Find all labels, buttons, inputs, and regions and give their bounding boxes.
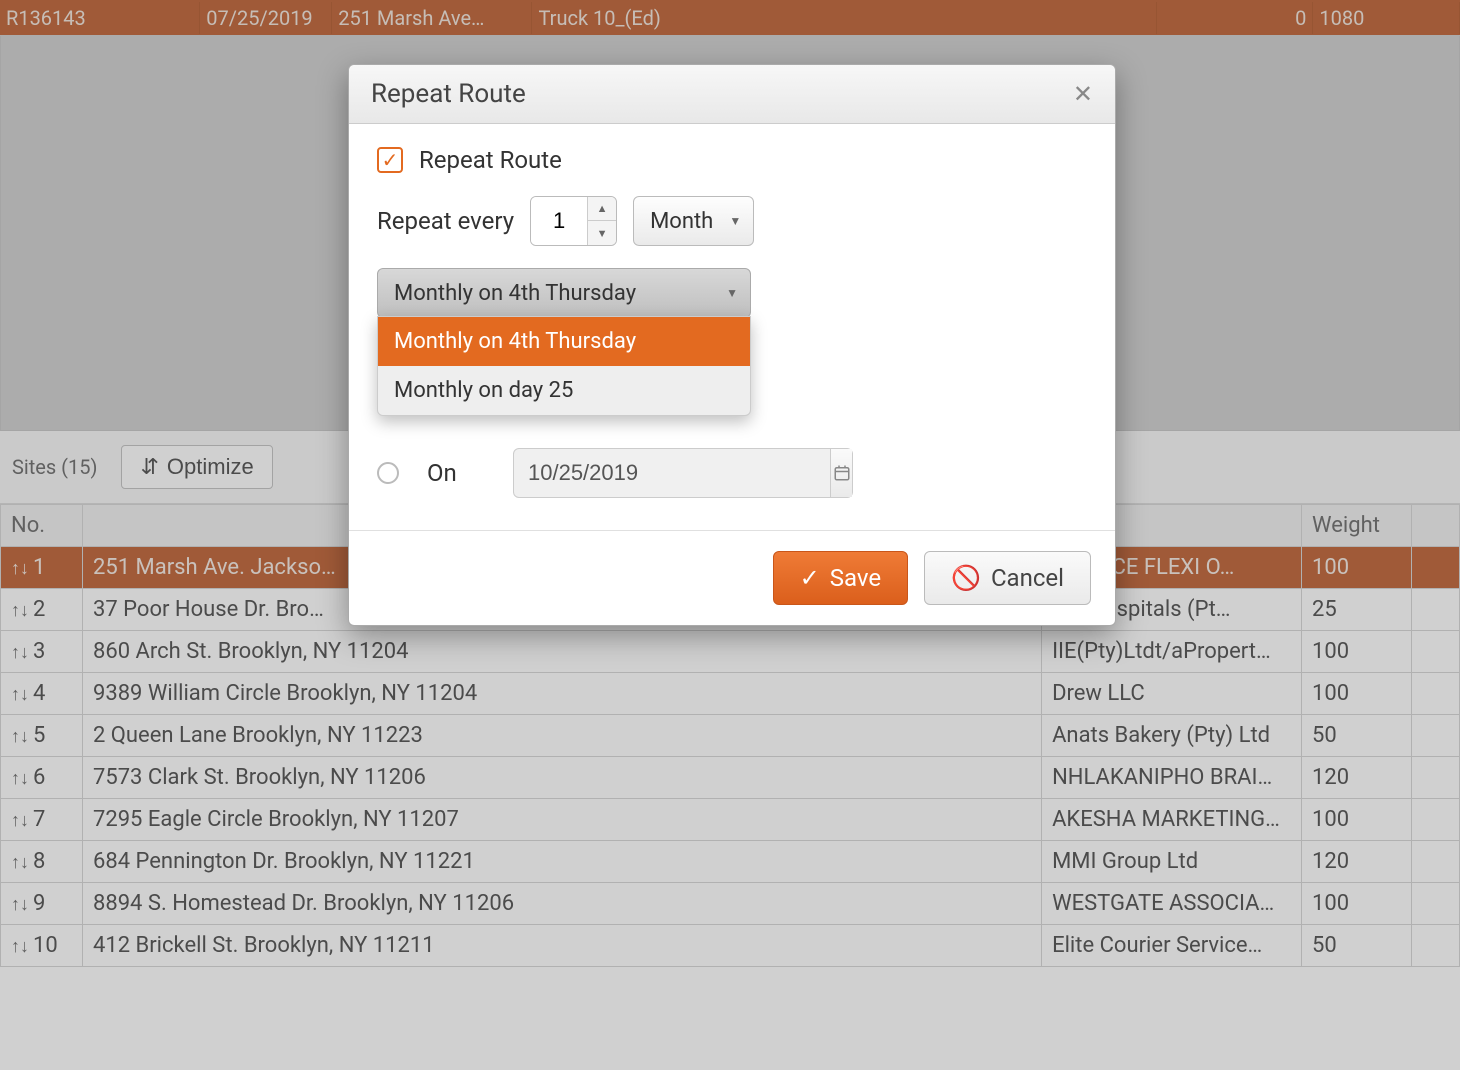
cancel-icon: 🚫 xyxy=(951,564,981,592)
unit-select-value: Month xyxy=(650,209,713,234)
chevron-down-icon: ▼ xyxy=(726,286,738,300)
chevron-down-icon: ▼ xyxy=(729,214,741,228)
check-icon: ✓ xyxy=(800,564,820,592)
on-date-label: On xyxy=(427,459,497,487)
on-date-input[interactable] xyxy=(514,460,830,486)
repeat-route-checkbox[interactable]: ✓ xyxy=(377,147,403,173)
modal-title: Repeat Route xyxy=(371,79,526,109)
calendar-icon[interactable] xyxy=(830,449,852,497)
cancel-label: Cancel xyxy=(991,564,1064,592)
pattern-dropdown: Monthly on 4th Thursday Monthly on day 2… xyxy=(377,316,751,416)
pattern-option[interactable]: Monthly on 4th Thursday xyxy=(378,317,750,366)
pattern-option[interactable]: Monthly on day 25 xyxy=(378,366,750,415)
pattern-select[interactable]: Monthly on 4th Thursday ▼ xyxy=(377,268,751,318)
step-up-icon[interactable]: ▲ xyxy=(588,197,616,221)
on-date-radio[interactable] xyxy=(377,462,399,484)
save-label: Save xyxy=(830,564,881,592)
repeat-route-modal: Repeat Route ✕ ✓ Repeat Route Repeat eve… xyxy=(348,64,1116,626)
unit-select[interactable]: Month ▼ xyxy=(633,196,754,246)
repeat-count-stepper[interactable]: ▲ ▼ xyxy=(530,196,617,246)
pattern-select-value: Monthly on 4th Thursday xyxy=(394,281,636,306)
modal-footer: ✓ Save 🚫 Cancel xyxy=(349,530,1115,625)
step-down-icon[interactable]: ▼ xyxy=(588,221,616,245)
repeat-route-checkbox-label: Repeat Route xyxy=(419,146,562,174)
repeat-count-input[interactable] xyxy=(531,197,587,245)
close-icon[interactable]: ✕ xyxy=(1073,80,1093,108)
on-date-field[interactable] xyxy=(513,448,853,498)
cancel-button[interactable]: 🚫 Cancel xyxy=(924,551,1091,605)
repeat-every-label: Repeat every xyxy=(377,207,514,235)
modal-header: Repeat Route ✕ xyxy=(349,65,1115,124)
save-button[interactable]: ✓ Save xyxy=(773,551,908,605)
